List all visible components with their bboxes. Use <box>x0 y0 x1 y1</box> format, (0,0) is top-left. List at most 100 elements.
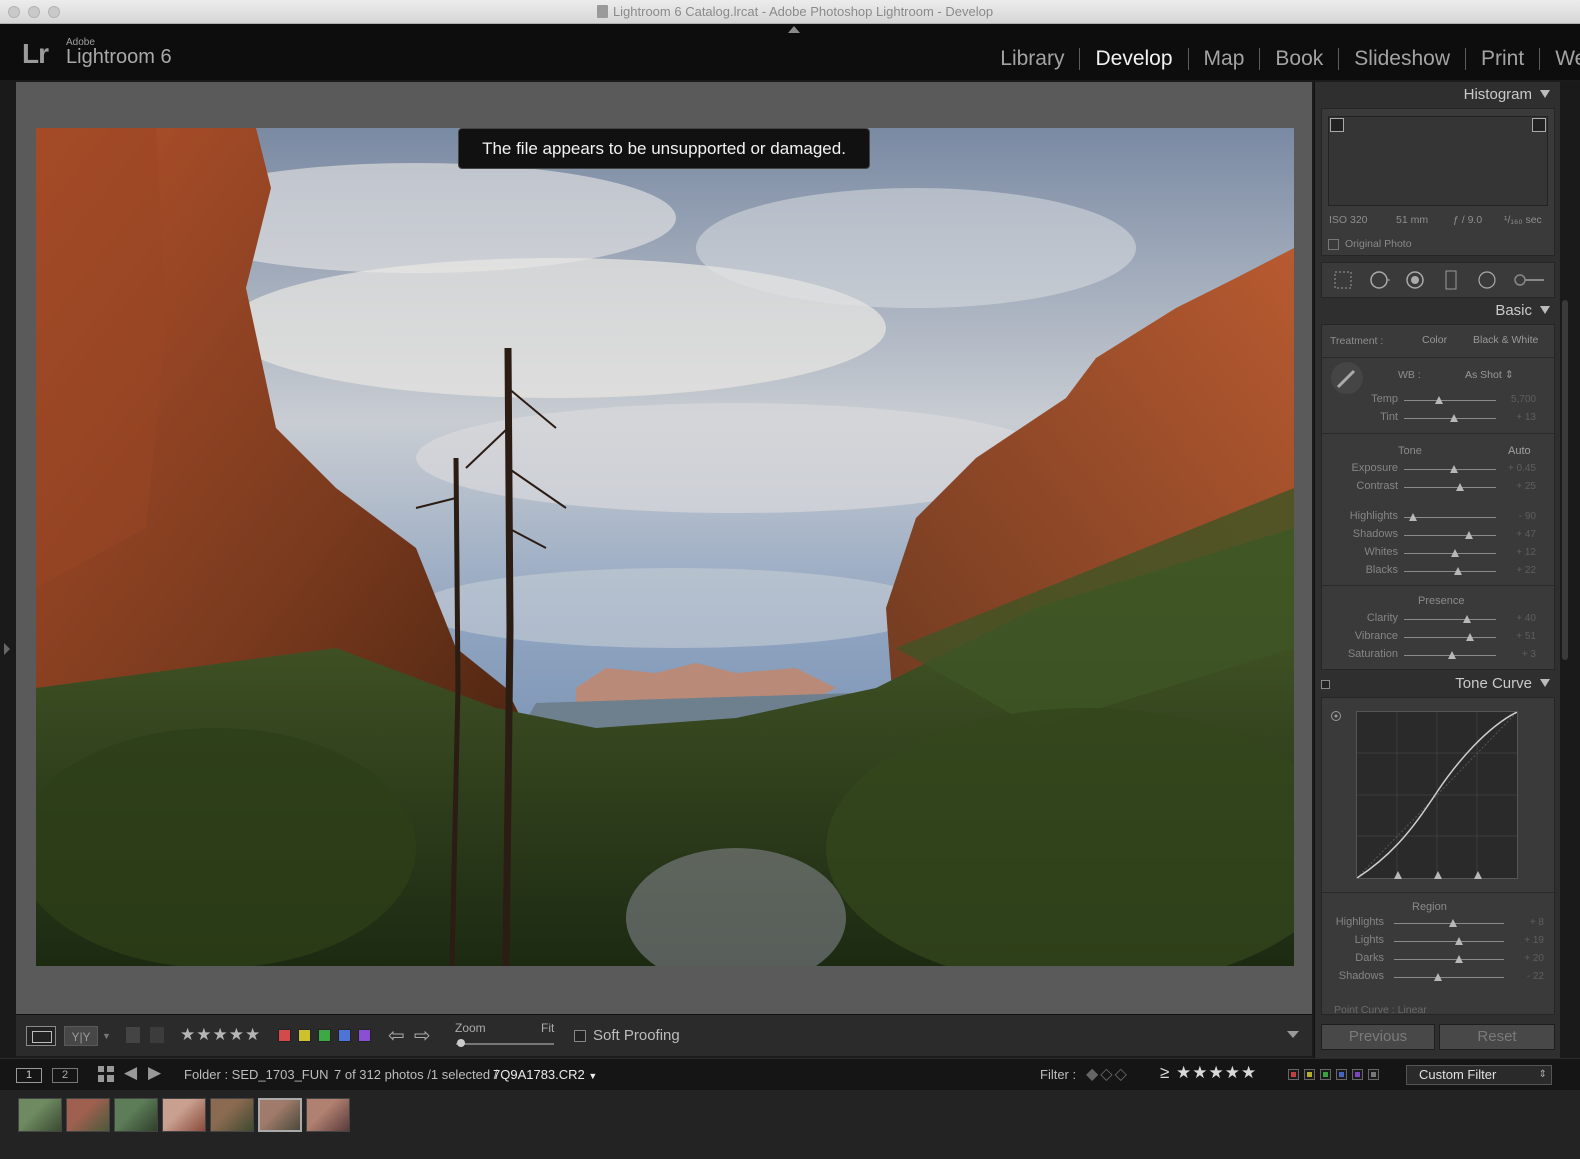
module-develop[interactable]: Develop <box>1080 48 1189 70</box>
highlight-clipping-icon[interactable] <box>1532 118 1546 132</box>
tone-curve-header[interactable]: Tone Curve <box>1455 675 1550 692</box>
color-filter-swatch[interactable] <box>1368 1069 1379 1080</box>
slider-knob[interactable] <box>1454 937 1463 945</box>
main-photo[interactable] <box>36 128 1294 966</box>
toolbar-content-chevron-icon[interactable] <box>1287 1031 1299 1038</box>
slider-value[interactable]: - 22 <box>1514 971 1544 982</box>
slider-track[interactable] <box>1394 941 1504 942</box>
color-filter-swatch[interactable] <box>1320 1069 1331 1080</box>
slider-track[interactable] <box>1404 535 1496 536</box>
soft-proofing-checkbox[interactable] <box>574 1030 586 1042</box>
module-book[interactable]: Book <box>1260 48 1340 70</box>
slider-track[interactable] <box>1404 571 1496 572</box>
slider-value[interactable]: + 19 <box>1514 935 1544 946</box>
color-label-swatch[interactable] <box>318 1029 331 1042</box>
wb-eyedropper-icon[interactable] <box>1330 361 1364 395</box>
module-library[interactable]: Library <box>985 48 1081 70</box>
filmstrip-thumbnail[interactable] <box>18 1098 62 1132</box>
color-label-swatch[interactable] <box>358 1029 371 1042</box>
filmstrip-thumbnail[interactable] <box>66 1098 110 1132</box>
slider-track[interactable] <box>1404 637 1496 638</box>
filmstrip-thumbnail[interactable] <box>306 1098 350 1132</box>
slider-knob[interactable] <box>1409 513 1418 521</box>
slider-value[interactable]: + 40 <box>1506 613 1536 624</box>
color-filter-swatch[interactable] <box>1352 1069 1363 1080</box>
radial-filter-icon[interactable] <box>1476 269 1498 291</box>
histogram-header[interactable]: Histogram <box>1464 86 1550 103</box>
flag-filter-icons[interactable]: ◆◇◇ <box>1086 1064 1129 1084</box>
slider-knob[interactable] <box>1447 651 1456 659</box>
split-point-midtones[interactable] <box>1434 871 1442 879</box>
before-after-button[interactable]: Y|Y <box>64 1026 98 1046</box>
slider-track[interactable] <box>1404 400 1496 401</box>
slider-track[interactable] <box>1404 517 1496 518</box>
slider-track[interactable] <box>1404 619 1496 620</box>
slider-knob[interactable] <box>1466 633 1475 641</box>
auto-tone-button[interactable]: Auto <box>1508 445 1531 457</box>
main-window-button[interactable]: 1 <box>16 1068 42 1083</box>
color-label-swatch[interactable] <box>298 1029 311 1042</box>
previous-photo-arrow-icon[interactable]: ⇦ <box>388 1023 405 1048</box>
split-point-shadows[interactable] <box>1394 871 1402 879</box>
slider-knob[interactable] <box>1449 414 1458 422</box>
slider-track[interactable] <box>1394 959 1504 960</box>
slider-value[interactable]: + 47 <box>1506 529 1536 540</box>
previous-settings-button[interactable]: Previous <box>1321 1024 1435 1050</box>
basic-header[interactable]: Basic <box>1495 302 1550 319</box>
slider-knob[interactable] <box>1450 549 1459 557</box>
color-label-swatch[interactable] <box>338 1029 351 1042</box>
module-map[interactable]: Map <box>1189 48 1261 70</box>
reset-button[interactable]: Reset <box>1439 1024 1555 1050</box>
zoom-slider-track[interactable] <box>456 1043 554 1045</box>
grid-view-icon[interactable] <box>98 1066 114 1082</box>
slider-value[interactable]: + 20 <box>1514 953 1544 964</box>
secondary-window-button[interactable]: 2 <box>52 1068 78 1083</box>
module-print[interactable]: Print <box>1466 48 1541 70</box>
filmstrip-thumbnail[interactable] <box>114 1098 158 1132</box>
pick-flag-icon[interactable] <box>126 1027 140 1043</box>
graduated-filter-icon[interactable] <box>1440 269 1462 291</box>
color-filter-swatch[interactable] <box>1336 1069 1347 1080</box>
treatment-bw-option[interactable]: Black & White <box>1473 334 1538 346</box>
slider-value[interactable]: + 13 <box>1506 412 1536 423</box>
slider-knob[interactable] <box>1449 919 1458 927</box>
tone-curve-toggle-switch[interactable] <box>1321 680 1330 689</box>
slider-knob[interactable] <box>1449 465 1458 473</box>
slider-knob[interactable] <box>1434 396 1443 404</box>
back-arrow-icon[interactable]: ◀ <box>124 1063 137 1083</box>
module-web[interactable]: Web <box>1540 48 1580 70</box>
slider-value[interactable]: + 51 <box>1506 631 1536 642</box>
left-panel-toggle-icon[interactable] <box>4 643 10 655</box>
star-rating[interactable]: ★★★★★ <box>180 1025 261 1045</box>
slider-value[interactable]: + 22 <box>1506 565 1536 576</box>
targeted-adjustment-icon[interactable] <box>1330 710 1342 722</box>
filmstrip-thumbnail[interactable] <box>162 1098 206 1132</box>
right-panel-scrollbar[interactable] <box>1562 300 1568 660</box>
reject-flag-icon[interactable] <box>150 1027 164 1043</box>
slider-value[interactable]: 5,700 <box>1506 394 1536 405</box>
rating-filter[interactable]: ≥ ★★★★★ <box>1160 1063 1257 1083</box>
color-filter-swatch[interactable] <box>1288 1069 1299 1080</box>
custom-filter-dropdown[interactable]: Custom Filter ⇕ <box>1406 1065 1552 1085</box>
crop-tool-icon[interactable] <box>1332 269 1354 291</box>
view-mode-dropdown-icon[interactable]: ▼ <box>102 1031 111 1041</box>
slider-value[interactable]: + 3 <box>1506 649 1536 660</box>
zoom-slider-knob[interactable] <box>457 1039 465 1047</box>
slider-knob[interactable] <box>1456 483 1465 491</box>
shadow-clipping-icon[interactable] <box>1330 118 1344 132</box>
spot-removal-icon[interactable] <box>1368 269 1390 291</box>
slider-value[interactable]: + 12 <box>1506 547 1536 558</box>
adjustment-brush-icon[interactable] <box>1512 269 1546 291</box>
loupe-view-button[interactable] <box>26 1026 56 1046</box>
slider-value[interactable]: + 0.45 <box>1506 463 1536 474</box>
split-point-highlights[interactable] <box>1474 871 1482 879</box>
wb-preset-dropdown[interactable]: As Shot ⇕ <box>1465 369 1514 381</box>
module-slideshow[interactable]: Slideshow <box>1339 48 1466 70</box>
slider-knob[interactable] <box>1454 567 1463 575</box>
forward-arrow-icon[interactable]: ▶ <box>148 1063 161 1083</box>
filmstrip-filename[interactable]: 7Q9A1783.CR2 ▼ <box>493 1067 597 1082</box>
tone-curve-graph[interactable] <box>1356 711 1518 879</box>
filmstrip-thumbnail[interactable] <box>210 1098 254 1132</box>
slider-track[interactable] <box>1404 487 1496 488</box>
slider-knob[interactable] <box>1454 955 1463 963</box>
